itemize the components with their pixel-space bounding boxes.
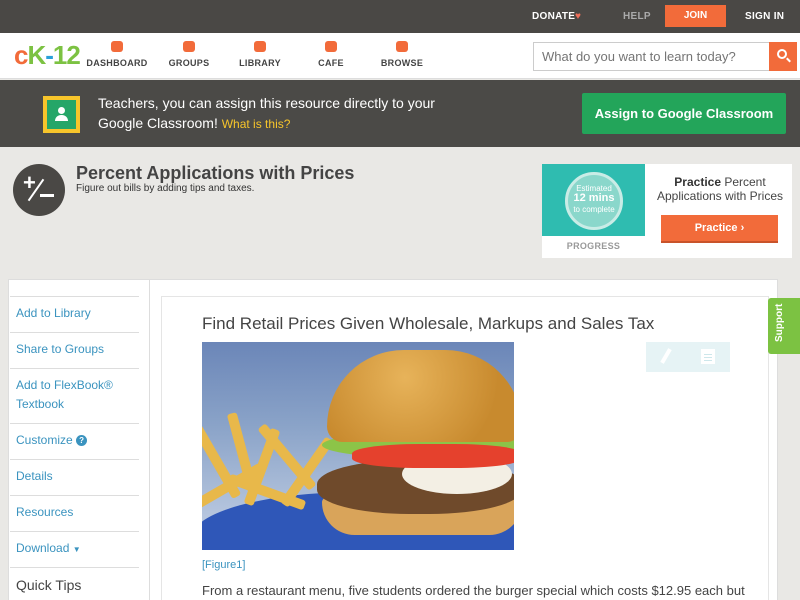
practice-card: Estimated 12 mins to complete PROGRESS P… — [542, 164, 792, 258]
main-nav: cK-12 DASHBOARD GROUPS LIBRARY CAFE BROW… — [0, 33, 800, 79]
article-title: Find Retail Prices Given Wholesale, Mark… — [202, 314, 655, 333]
burger-fries-photo — [202, 342, 514, 550]
dashboard-icon — [111, 41, 123, 52]
sidebar-item-share-to-groups[interactable]: Share to Groups — [16, 340, 104, 359]
divider — [10, 459, 139, 460]
logo-k: K — [27, 40, 46, 70]
divider — [10, 296, 139, 297]
top-bar: DONATE ♥ HELP JOIN SIGN IN — [0, 0, 800, 33]
groups-icon — [183, 41, 195, 52]
nav-dashboard-label: DASHBOARD — [86, 58, 148, 68]
notes-icon[interactable] — [701, 349, 715, 364]
support-label: Support — [774, 303, 785, 342]
divider — [10, 495, 139, 496]
practice-progress-image[interactable]: Estimated 12 mins to complete — [542, 164, 645, 236]
sidebar-item-add-to-flexbook[interactable]: Add to FlexBook® — [16, 376, 113, 395]
article-tools — [646, 342, 730, 372]
assign-to-google-classroom-button[interactable]: Assign to Google Classroom — [582, 93, 786, 134]
search-input[interactable] — [533, 42, 770, 71]
nav-browse-label: BROWSE — [380, 58, 424, 68]
support-tab[interactable]: Support — [768, 298, 800, 354]
practice-bold: Practice — [674, 175, 721, 189]
quick-tips-heading: Quick Tips — [16, 577, 82, 593]
browse-icon — [396, 41, 408, 52]
what-is-this-link[interactable]: What is this? — [222, 117, 291, 131]
nav-groups[interactable]: GROUPS — [154, 41, 224, 68]
download-label: Download — [16, 541, 70, 555]
library-icon — [254, 41, 266, 52]
search-button[interactable] — [769, 42, 797, 71]
sidebar-item-customize[interactable]: Customize ? — [16, 431, 88, 450]
nav-library-label: LIBRARY — [239, 58, 281, 68]
divider — [10, 368, 139, 369]
sidebar-item-resources[interactable]: Resources — [16, 503, 73, 522]
cafe-icon — [325, 41, 337, 52]
logo-dash: - — [45, 40, 54, 70]
nav-cafe-label: CAFE — [318, 58, 344, 68]
logo-num: 12 — [52, 40, 81, 70]
divider — [10, 531, 139, 532]
divider — [10, 567, 139, 568]
heart-icon: ♥ — [575, 11, 581, 22]
divider — [10, 423, 139, 424]
nav-library[interactable]: LIBRARY — [225, 41, 295, 68]
nav-groups-label: GROUPS — [168, 58, 210, 68]
progress-label: PROGRESS — [566, 241, 621, 251]
to-complete-label: to complete — [573, 205, 615, 214]
customize-label: Customize — [16, 433, 73, 447]
sidebar-item-add-to-library[interactable]: Add to Library — [16, 304, 91, 323]
caret-down-icon: ▼ — [72, 545, 81, 554]
help-question-icon[interactable]: ? — [76, 435, 88, 446]
sign-in-link[interactable]: SIGN IN — [745, 11, 784, 22]
page-subtitle: Figure out bills by adding tips and taxe… — [76, 183, 255, 194]
practice-button[interactable]: Practice › — [661, 215, 778, 243]
logo-c: c — [14, 40, 29, 70]
help-link[interactable]: HELP — [623, 11, 651, 22]
divider — [10, 332, 139, 333]
page-title: Percent Applications with Prices — [76, 163, 355, 183]
ck12-logo[interactable]: cK-12 — [14, 40, 81, 71]
estimated-minutes: 12 mins — [573, 192, 615, 204]
nav-browse[interactable]: BROWSE — [367, 41, 437, 68]
figure-caption: [Figure1] — [202, 559, 246, 571]
google-classroom-icon — [43, 96, 80, 133]
banner-message: Teachers, you can assign this resource d… — [98, 93, 438, 134]
sidebar-item-download[interactable]: Download ▼ — [16, 539, 81, 559]
search-icon-handle — [786, 57, 791, 63]
nav-dashboard[interactable]: DASHBOARD — [82, 41, 152, 68]
plus-minus-icon: + — [13, 164, 65, 216]
practice-description: Practice Percent Applications with Price… — [650, 175, 790, 203]
nav-cafe[interactable]: CAFE — [296, 41, 366, 68]
join-button[interactable]: JOIN — [665, 5, 726, 27]
sidebar-item-details[interactable]: Details — [16, 467, 53, 486]
donate-link[interactable]: DONATE — [532, 11, 575, 22]
sidebar-item-textbook[interactable]: Textbook — [16, 395, 64, 414]
practice-button-label: Practice — [694, 222, 738, 234]
article-paragraph: From a restaurant menu, five students or… — [202, 583, 745, 598]
